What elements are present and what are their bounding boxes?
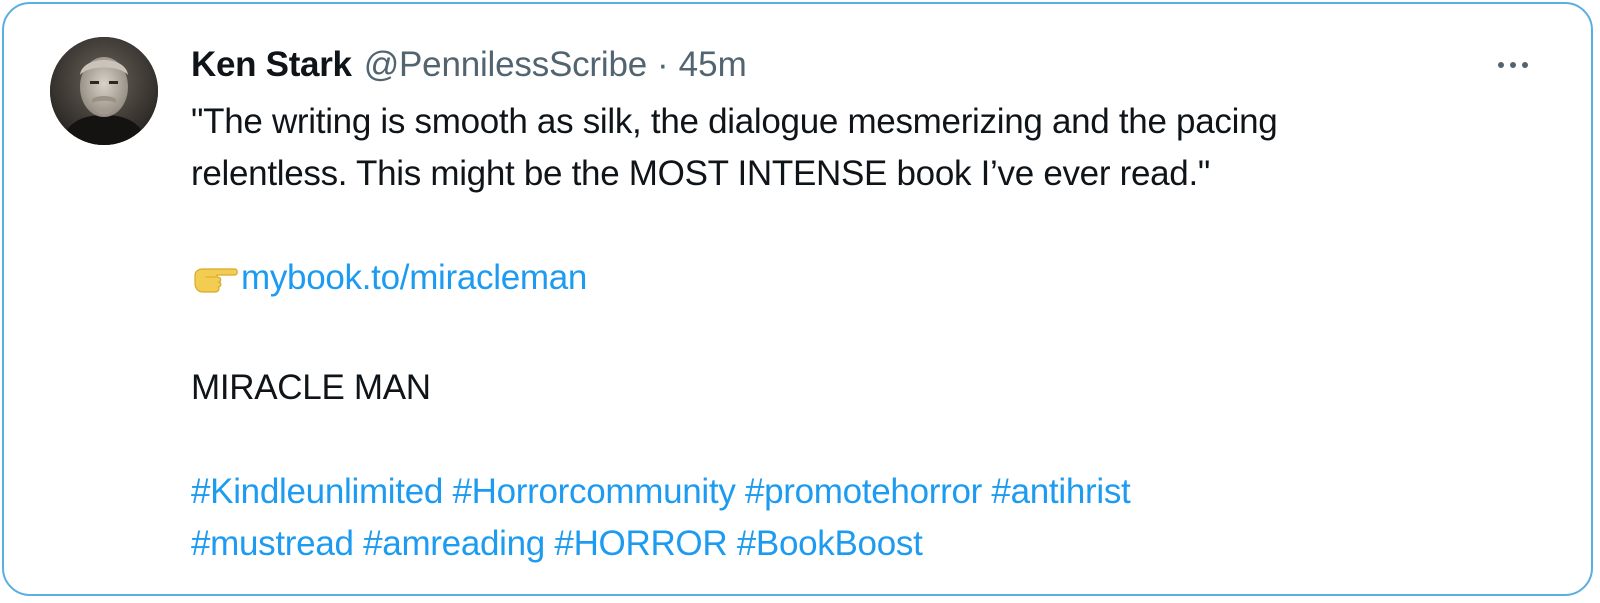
book-link[interactable]: mybook.to/miracleman: [241, 258, 587, 297]
hashtag-kindleunlimited[interactable]: #Kindleunlimited: [191, 472, 443, 511]
link-line: mybook.to/miracleman: [191, 252, 1521, 310]
more-dot: [1510, 62, 1516, 68]
hashtag-horrorcommunity[interactable]: #Horrorcommunity: [452, 472, 735, 511]
hashtag-horror[interactable]: #HORROR: [554, 524, 727, 563]
more-dot: [1522, 62, 1528, 68]
hashtag-bookboost[interactable]: #BookBoost: [737, 524, 923, 563]
tweet-header: Ken Stark @PennilessScribe · 45m: [191, 42, 747, 88]
backhand-index-pointing-right-icon: [191, 258, 239, 310]
author-name[interactable]: Ken Stark: [191, 45, 352, 85]
more-dots-icon: [1498, 62, 1504, 68]
tweet-quote-line-1: "The writing is smooth as silk, the dial…: [191, 102, 1278, 141]
hashtags-line-2: #mustread #amreading #HORROR #BookBoost: [191, 518, 1521, 570]
tweet-body: "The writing is smooth as silk, the dial…: [191, 96, 1521, 570]
hashtags-line-1: #Kindleunlimited #Horrorcommunity #promo…: [191, 466, 1521, 518]
hashtag-mustread[interactable]: #mustread: [191, 524, 354, 563]
tweet-timestamp[interactable]: 45m: [679, 45, 747, 85]
book-title: MIRACLE MAN: [191, 368, 431, 407]
avatar[interactable]: [50, 37, 158, 145]
hashtag-antihrist[interactable]: #antihrist: [991, 472, 1130, 511]
author-handle[interactable]: @PennilessScribe: [364, 45, 647, 85]
header-separator: ·: [657, 45, 669, 84]
more-options-button[interactable]: [1488, 48, 1538, 82]
hashtag-amreading[interactable]: #amreading: [363, 524, 545, 563]
tweet-quote-line-2: relentless. This might be the MOST INTEN…: [191, 154, 1211, 193]
tweet-card[interactable]: Ken Stark @PennilessScribe · 45m "The wr…: [2, 2, 1593, 596]
avatar-portrait-icon: [50, 37, 158, 145]
hashtag-promotehorror[interactable]: #promotehorror: [745, 472, 982, 511]
